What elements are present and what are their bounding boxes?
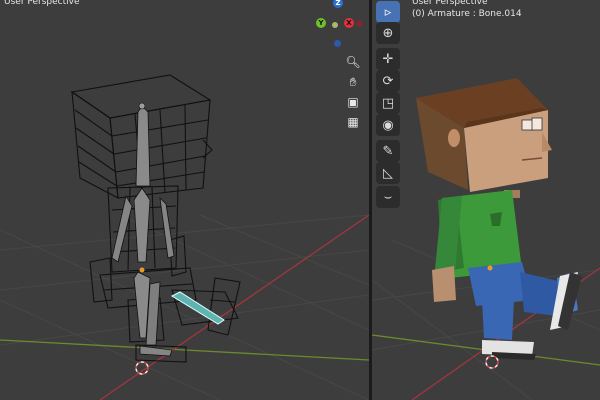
viewport-left-header: User Perspective: [4, 0, 80, 8]
shaded-scene: [372, 78, 600, 400]
tool-shelf: ▹ ⊕ ✛ ⟳ ◳ ◉ ✎ ◺ ⌣: [374, 0, 404, 210]
gizmo-neg-y[interactable]: [332, 22, 338, 28]
perspective-label: User Perspective: [4, 0, 80, 7]
gizmo-neg-z[interactable]: [334, 40, 341, 47]
perspective-label: User Perspective: [412, 0, 488, 7]
gizmo-z-axis[interactable]: Z: [333, 0, 343, 8]
camera-icon[interactable]: ▣: [343, 92, 363, 112]
viewport-right-header: User Perspective (0) Armature : Bone.014: [412, 0, 522, 20]
grid-ortho-icon[interactable]: ▦: [343, 112, 363, 132]
rotate-icon[interactable]: ⟳: [376, 70, 400, 92]
viewport-right[interactable]: User Perspective (0) Armature : Bone.014: [372, 0, 600, 400]
object-label: (0) Armature : Bone.014: [412, 9, 522, 19]
measure-icon[interactable]: ◺: [376, 162, 400, 184]
transform-icon[interactable]: ◉: [376, 114, 400, 136]
move-icon[interactable]: ✛: [376, 48, 400, 70]
y-axis-line: [0, 339, 369, 361]
gizmo-neg-x[interactable]: [356, 20, 363, 27]
gizmo-y-axis[interactable]: Y: [316, 18, 326, 28]
wireframe-scene: [0, 74, 369, 400]
scale-icon[interactable]: ◳: [376, 92, 400, 114]
zoom-icon[interactable]: 🔍︎: [343, 52, 363, 72]
gizmo-x-axis[interactable]: X: [344, 18, 354, 28]
select-box-icon[interactable]: ▹: [376, 1, 400, 23]
hand-pan-icon[interactable]: ✋︎: [343, 72, 363, 92]
annotate-icon[interactable]: ✎: [376, 140, 400, 162]
roll-icon[interactable]: ⌣: [376, 186, 400, 208]
viewport-left[interactable]: User Perspective Z Y X 🔍︎ ✋︎ ▣ ▦: [0, 0, 369, 400]
blender-window: User Perspective Z Y X 🔍︎ ✋︎ ▣ ▦ User Pe…: [0, 0, 600, 400]
character-head: [416, 78, 552, 198]
character-legs: [468, 262, 582, 360]
cursor-icon[interactable]: ⊕: [376, 22, 400, 44]
navigation-gizmo[interactable]: Z Y X: [310, 0, 365, 48]
